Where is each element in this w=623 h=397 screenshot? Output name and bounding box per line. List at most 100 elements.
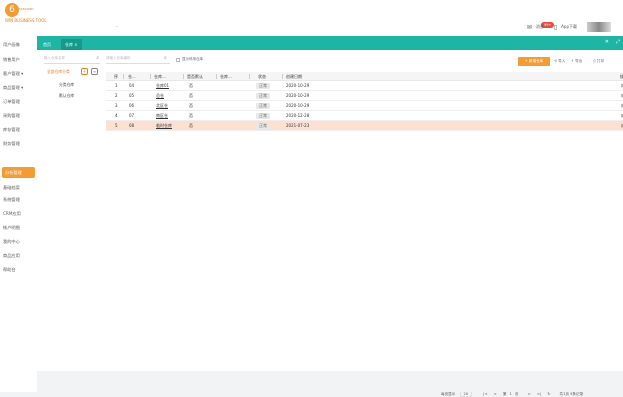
- sidebar-item-products[interactable]: 商品管理 ▾: [3, 82, 23, 93]
- sidebar-item-customers[interactable]: 客户管理 ▾: [3, 68, 23, 79]
- row-default: 否: [189, 123, 193, 128]
- sidebar-item-finance[interactable]: 财务管理: [3, 138, 20, 149]
- col-header-code[interactable]: 仓...: [128, 72, 136, 81]
- row-name-link[interactable]: 总仓: [156, 91, 164, 100]
- row-default: 否: [189, 103, 193, 108]
- table-row-selected[interactable]: 5 08 临时仓库 否 正常 2021-07-23 编 删: [106, 121, 623, 131]
- tree-child-default-warehouse[interactable]: 默认仓库: [59, 93, 74, 99]
- table-row[interactable]: 4 07 南区仓 否 正常 2020-12-28 编 删: [106, 111, 623, 121]
- sidebar-item-system[interactable]: 系统管理: [3, 194, 20, 205]
- table-row[interactable]: 2 05 总仓 否 正常 2020-10-29 编 删: [106, 91, 623, 101]
- pagination: 每页显示 20 |< < 第 1 页 > >| ↻ 共1页 5条记录: [441, 391, 583, 397]
- print-label: 打印: [597, 59, 605, 63]
- sidebar-item-analysis[interactable]: 分析管理: [2, 167, 35, 178]
- sidebar-item-purchasing[interactable]: 采购管理: [3, 110, 20, 121]
- search-icon[interactable]: ⌕: [164, 55, 167, 61]
- avatar[interactable]: [587, 22, 611, 32]
- status-badge: 正常: [256, 112, 270, 119]
- tree-child-category-warehouse[interactable]: 分类仓库: [59, 82, 74, 88]
- row-name-link[interactable]: 临时仓库: [156, 121, 172, 130]
- show-disabled-checkbox[interactable]: [176, 58, 180, 62]
- col-header-extra[interactable]: 仓库...: [220, 72, 232, 81]
- sidebar-item-account-details[interactable]: 帐户明细: [3, 222, 20, 233]
- sidebar-item-inventory[interactable]: 库存管理: [3, 124, 20, 135]
- page-size-label: 每页显示: [441, 392, 456, 396]
- table-row[interactable]: 1 04 仓库01 否 正常 2020-10-29 编 删: [106, 81, 623, 91]
- add-warehouse-button[interactable]: + 新增仓库: [518, 57, 550, 66]
- row-code: 08: [129, 123, 135, 128]
- row-index: 3: [115, 103, 118, 108]
- sidebar-item-basic-records[interactable]: 基础档案: [3, 182, 20, 193]
- column-divider: [216, 74, 217, 79]
- row-code: 04: [129, 83, 135, 88]
- status-badge: 正常: [256, 122, 270, 129]
- row-created-date: 2020-12-28: [286, 113, 310, 118]
- category-search-input[interactable]: 输入仓库名称: [44, 56, 100, 64]
- table-row[interactable]: 3 06 北区仓 否 正常 2020-10-29 编 删: [106, 101, 623, 111]
- next-page-button[interactable]: >: [528, 392, 531, 396]
- edit-category-button[interactable]: ≡: [91, 68, 98, 75]
- bottom-area: [37, 371, 623, 392]
- col-header-default[interactable]: 是否默认: [187, 72, 203, 81]
- last-page-button[interactable]: >|: [537, 392, 541, 396]
- row-name-link[interactable]: 南区仓: [156, 111, 168, 120]
- column-divider: [150, 74, 151, 79]
- print-button[interactable]: ⎙ 打印: [593, 59, 604, 64]
- row-index: 5: [115, 123, 118, 128]
- sidebar-item-crm[interactable]: CRM应用: [3, 208, 21, 219]
- tab-warehouse[interactable]: 仓库 ×: [61, 39, 82, 50]
- row-created-date: 2020-10-29: [286, 93, 310, 98]
- logo-mark: 6: [5, 3, 19, 17]
- warehouse-code-input[interactable]: 请输入仓库编码: [106, 56, 170, 64]
- category-panel: 输入仓库名称 ⌕ 全部仓库分类 + ≡ 分类仓库 默认仓库: [44, 55, 100, 146]
- tab-home[interactable]: 首页: [39, 39, 55, 50]
- page-number-input[interactable]: 1: [510, 392, 512, 396]
- first-page-button[interactable]: |<: [483, 392, 487, 396]
- col-header-index[interactable]: 序: [114, 72, 118, 81]
- sidebar-item-user-profile[interactable]: 用户画像: [3, 39, 20, 50]
- app-download-label[interactable]: App下载: [561, 24, 577, 30]
- row-code: 06: [129, 103, 135, 108]
- row-index: 1: [115, 83, 118, 88]
- row-default: 否: [189, 93, 193, 98]
- app-logo[interactable]: 6 6SECOND WIN BUSINESS TOOL: [3, 3, 47, 33]
- add-category-button[interactable]: +: [81, 68, 88, 75]
- search-icon[interactable]: ⌕: [96, 55, 99, 61]
- export-button[interactable]: ⇪ 导出: [571, 59, 582, 64]
- sidebar-item-product-apps[interactable]: 商品应用: [3, 250, 20, 261]
- sidebar-item-orders[interactable]: 订单管理: [3, 96, 20, 107]
- row-name-link[interactable]: 仓库01: [156, 81, 169, 90]
- row-default: 否: [189, 113, 193, 118]
- logo-text: 6SECOND: [19, 7, 34, 11]
- refresh-icon[interactable]: ↻: [547, 392, 550, 396]
- sidebar-item-sales-users[interactable]: 销售用户: [3, 54, 20, 65]
- status-badge: 正常: [256, 82, 270, 89]
- import-button[interactable]: ⟲ 导入: [554, 59, 565, 64]
- col-header-name[interactable]: 仓库...: [154, 72, 166, 81]
- sidebar-item-my-center[interactable]: 我的中心: [3, 236, 20, 247]
- top-right-actions: ✉ 消息 ▯ App下载: [527, 20, 611, 34]
- tab-bar: 首页 仓库 × ✕ ⤢: [37, 36, 623, 50]
- close-all-icon[interactable]: ✕: [605, 39, 609, 45]
- import-icon: ⟲: [554, 59, 558, 63]
- expand-icon[interactable]: ⤢: [616, 39, 620, 45]
- column-divider: [249, 74, 250, 79]
- phone-icon[interactable]: ▯: [554, 24, 557, 31]
- mail-icon[interactable]: ✉: [527, 24, 532, 31]
- row-created-date: 2020-10-29: [286, 103, 310, 108]
- col-header-status[interactable]: 状态: [258, 72, 266, 81]
- print-icon: ⎙: [593, 59, 596, 63]
- row-default: 否: [189, 83, 193, 88]
- status-badge: 正常: [256, 92, 270, 99]
- main-content: 首页 仓库 × ✕ ⤢ 输入仓库名称 ⌕ 全部仓库分类 + ≡ 分类仓库 默认仓…: [37, 36, 623, 397]
- row-name-link[interactable]: 北区仓: [156, 101, 168, 110]
- export-label: 导出: [575, 59, 583, 63]
- message-label[interactable]: 消息: [536, 24, 544, 30]
- row-index: 2: [115, 93, 118, 98]
- top-bar: 6 6SECOND WIN BUSINESS TOOL ~ 99+ ✉ 消息 ▯…: [0, 0, 623, 36]
- page-label: 第: [502, 392, 507, 396]
- prev-page-button[interactable]: <: [494, 392, 497, 396]
- col-header-created[interactable]: 创建日期: [286, 72, 302, 81]
- tree-root-all-categories[interactable]: 全部仓库分类: [47, 69, 70, 75]
- sidebar-item-help[interactable]: 帮助台: [3, 264, 16, 275]
